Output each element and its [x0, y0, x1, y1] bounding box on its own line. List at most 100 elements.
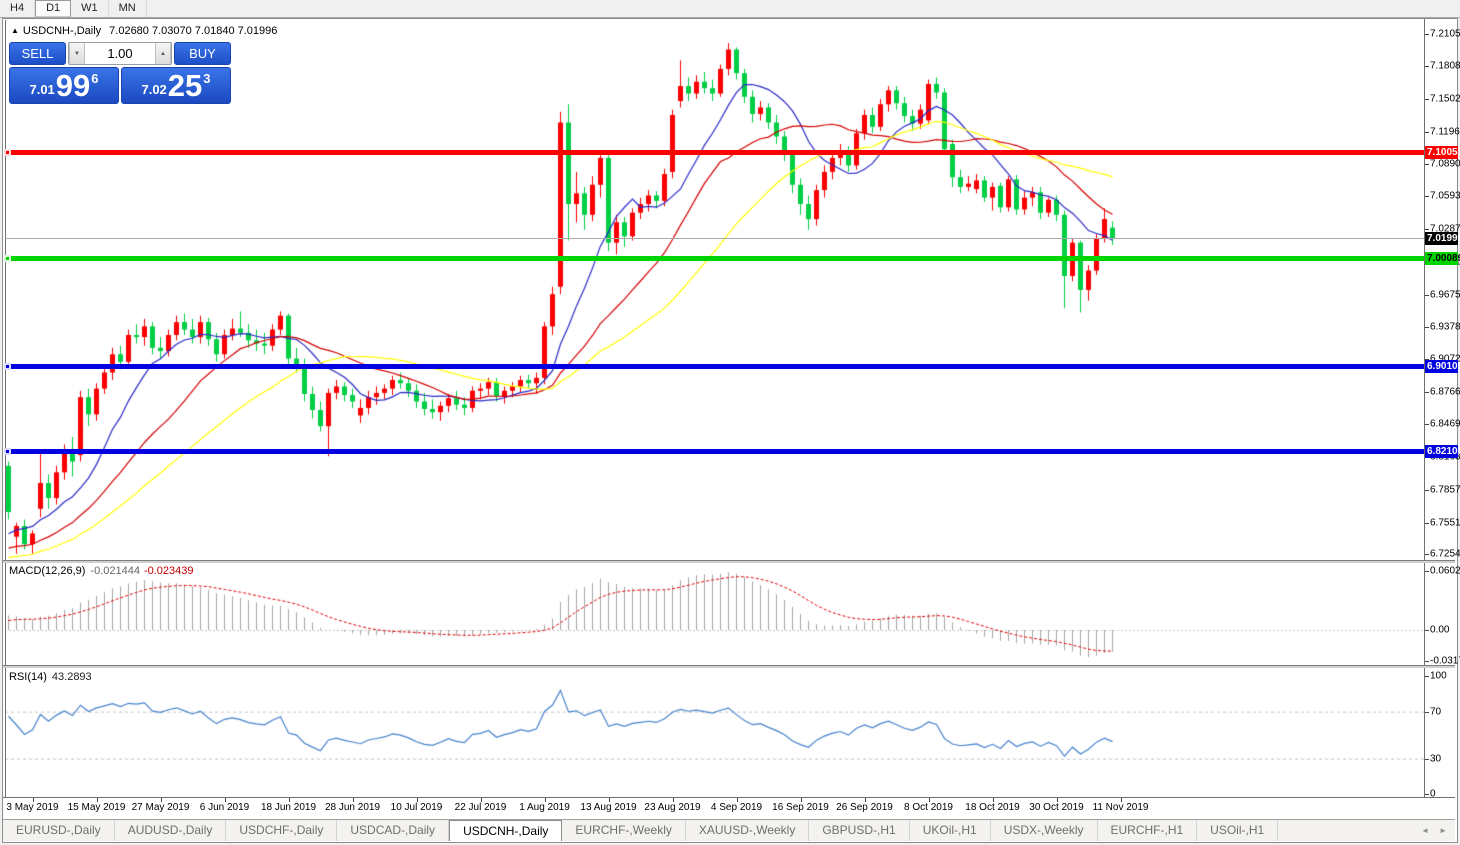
- date-axis-label: 3 May 2019: [6, 802, 58, 813]
- price-axis-tick: 6.96750: [1430, 289, 1460, 300]
- date-axis-label: 27 May 2019: [132, 802, 190, 813]
- buy-price-sup: 3: [203, 71, 210, 86]
- buy-button[interactable]: BUY: [174, 42, 231, 65]
- price-axis-tick: 6.78570: [1430, 484, 1460, 495]
- hline-7.00089-handle[interactable]: [4, 255, 11, 262]
- hline-7.10051-handle[interactable]: [4, 149, 11, 156]
- date-axis-label: 6 Jun 2019: [200, 802, 250, 813]
- rsi-axis-tick-mark: [1425, 676, 1429, 677]
- rsi-axis-tick-mark: [1425, 712, 1429, 713]
- symbol-tab-bar: EURUSD-,DailyAUDUSD-,DailyUSDCHF-,DailyU…: [3, 819, 1455, 841]
- ohlc-values: 7.02680 7.03070 7.01840 7.01996: [109, 25, 277, 37]
- timeframe-mn-button[interactable]: MN: [109, 0, 147, 17]
- symbol-tab-usdchf-daily[interactable]: USDCHF-,Daily: [226, 820, 337, 841]
- macd-rsi-divider[interactable]: [3, 665, 1455, 668]
- symbol-tab-eurusd-daily[interactable]: EURUSD-,Daily: [3, 820, 115, 841]
- buy-price-panel[interactable]: 7.02 25 3: [121, 67, 231, 104]
- symbol-tab-xauusd-weekly[interactable]: XAUUSD-,Weekly: [686, 820, 809, 841]
- macd-axis-tick: 0.060273: [1430, 566, 1460, 577]
- hline-7.00089[interactable]: [5, 256, 1424, 261]
- price-axis-tick-mark: [1425, 392, 1429, 393]
- price-axis-tick-mark: [1425, 196, 1429, 197]
- price-axis-tick-mark: [1425, 554, 1429, 555]
- chart-title: ▲USDCNH-,Daily7.02680 7.03070 7.01840 7.…: [11, 25, 277, 37]
- price-axis-tick-mark: [1425, 424, 1429, 425]
- date-axis-label: 28 Jun 2019: [325, 802, 380, 813]
- price-axis-tick-mark: [1425, 132, 1429, 133]
- hline-7.10051[interactable]: [5, 150, 1424, 155]
- timeframe-w1-button[interactable]: W1: [71, 0, 109, 17]
- buy-price-big: 25: [168, 71, 202, 101]
- symbol-tab-ukoil-h1[interactable]: UKOil-,H1: [910, 820, 991, 841]
- hline-6.90100-handle[interactable]: [4, 363, 11, 370]
- one-click-trading-panel: SELL ▼ ▲ BUY 7.01 99 6 7.02 25 3: [9, 42, 231, 104]
- price-axis[interactable]: 7.210507.180807.150207.119607.089007.059…: [1424, 19, 1456, 797]
- hline-6.82103-handle[interactable]: [4, 448, 11, 455]
- plot-left-border: [5, 20, 6, 797]
- symbol-tab-usdcad-daily[interactable]: USDCAD-,Daily: [337, 820, 449, 841]
- date-axis-label: 13 Aug 2019: [580, 802, 636, 813]
- symbol-tab-usdx-weekly[interactable]: USDX-,Weekly: [991, 820, 1098, 841]
- sell-button[interactable]: SELL: [9, 42, 66, 65]
- price-axis-tick: 6.84690: [1430, 419, 1460, 430]
- volume-down-button[interactable]: ▼: [69, 43, 85, 64]
- rsi-label: RSI(14)43.2893: [9, 671, 92, 683]
- price-badge-6.82103: 6.82103: [1425, 445, 1458, 458]
- chevron-down-icon: ▼: [74, 51, 80, 57]
- symbol-tab-usoil-h1[interactable]: USOil-,H1: [1197, 820, 1278, 841]
- macd-name: MACD(12,26,9): [9, 565, 85, 577]
- sell-price-panel[interactable]: 7.01 99 6: [9, 67, 119, 104]
- date-axis-label: 30 Oct 2019: [1029, 802, 1083, 813]
- rsi-name: RSI(14): [9, 671, 47, 683]
- macd-axis-tick: 0.00: [1430, 625, 1449, 636]
- macd-signal-value: -0.023439: [144, 565, 194, 577]
- price-axis-tick: 7.15020: [1430, 93, 1460, 104]
- symbol-collapse-icon: ▲: [11, 26, 19, 35]
- buy-price-prefix: 7.02: [141, 82, 166, 97]
- symbol-tab-gbpusd-h1[interactable]: GBPUSD-,H1: [809, 820, 909, 841]
- chart-window: ▲ USDCNH-,Daily 7.02680 7.03070 7.01840 7.…: [2, 18, 1458, 843]
- rsi-axis-tick: 30: [1430, 753, 1441, 764]
- volume-up-button[interactable]: ▲: [155, 43, 171, 64]
- symbol-tab-usdcnh-daily[interactable]: USDCNH-,Daily: [449, 820, 562, 841]
- chevron-up-icon: ▲: [160, 51, 166, 57]
- hline-6.82103[interactable]: [5, 449, 1424, 454]
- date-axis-label: 26 Sep 2019: [836, 802, 893, 813]
- price-axis-tick: 7.11960: [1430, 126, 1460, 137]
- price-axis-tick: 6.72540: [1430, 549, 1460, 560]
- rsi-axis-tick-mark: [1425, 794, 1429, 795]
- price-axis-tick-mark: [1425, 229, 1429, 230]
- symbol-tab-eurchf-h1[interactable]: EURCHF-,H1: [1098, 820, 1198, 841]
- volume-input[interactable]: [85, 43, 155, 64]
- price-axis-tick-mark: [1425, 523, 1429, 524]
- rsi-axis-tick-mark: [1425, 759, 1429, 760]
- price-axis-tick-mark: [1425, 99, 1429, 100]
- tab-scroll-left-icon[interactable]: ◄: [1421, 826, 1429, 835]
- symbol-tab-eurchf-weekly[interactable]: EURCHF-,Weekly: [562, 820, 685, 841]
- price-axis-tick: 7.05930: [1430, 191, 1460, 202]
- price-axis-tick-mark: [1425, 34, 1429, 35]
- date-axis[interactable]: 3 May 2019 15 May 2019 27 May 2019 6 Jun 20…: [3, 797, 1455, 819]
- current-price-line[interactable]: [5, 238, 1424, 239]
- current-price-badge: 7.01996: [1425, 232, 1458, 245]
- sell-price-sup: 6: [91, 71, 98, 86]
- date-axis-label: 15 May 2019: [68, 802, 126, 813]
- date-axis-label: 10 Jul 2019: [391, 802, 443, 813]
- price-chart-canvas[interactable]: [5, 20, 1424, 797]
- price-axis-tick: 7.08900: [1430, 159, 1460, 170]
- timeframe-h4-button[interactable]: H4: [0, 0, 35, 17]
- symbol-tab-audusd-daily[interactable]: AUDUSD-,Daily: [115, 820, 227, 841]
- rsi-axis-tick: 100: [1430, 671, 1447, 682]
- date-axis-label: 22 Jul 2019: [455, 802, 507, 813]
- main-macd-divider[interactable]: [3, 560, 1455, 563]
- tab-scroll-controls: ◄ ►: [1413, 820, 1455, 841]
- date-axis-label: 1 Aug 2019: [519, 802, 570, 813]
- macd-label: MACD(12,26,9)-0.021444-0.023439: [9, 565, 194, 577]
- price-badge-7.10051: 7.10051: [1425, 146, 1458, 159]
- tab-scroll-right-icon[interactable]: ►: [1439, 826, 1447, 835]
- timeframe-d1-button[interactable]: D1: [35, 0, 71, 17]
- price-axis-tick: 6.75510: [1430, 517, 1460, 528]
- macd-axis-tick-mark: [1425, 630, 1429, 631]
- hline-6.90100[interactable]: [5, 364, 1424, 369]
- timeframe-toolbar: H4 D1 W1 MN: [0, 0, 1460, 18]
